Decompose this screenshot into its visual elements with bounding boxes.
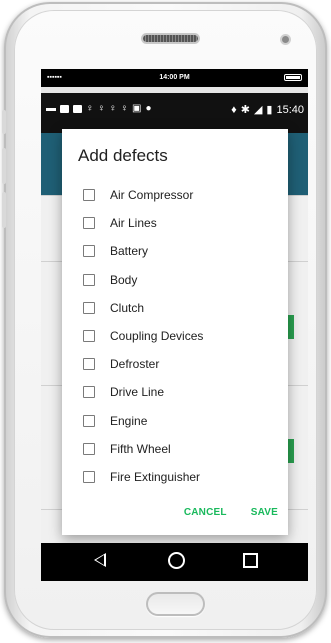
back-icon[interactable] xyxy=(94,553,106,567)
defect-item[interactable]: Body xyxy=(62,266,288,294)
defect-label: Battery xyxy=(110,244,149,259)
notification-icon xyxy=(60,104,69,113)
defect-item[interactable]: Air Compressor xyxy=(62,181,288,209)
bulb-icon: ♀ xyxy=(120,103,129,114)
ios-status-bar: ▪▪▪▪▪▪ 14:00 PM xyxy=(41,69,308,87)
defect-label: Air Lines xyxy=(110,216,157,231)
notification-icon xyxy=(73,104,82,113)
screen: ▪▪▪▪▪▪ 14:00 PM ▬ ♀ ♀ ♀ ♀ ▣ ● ♦ ✱ ◢ ▮ 15… xyxy=(41,69,308,581)
defects-list: Air Compressor Air Lines Battery Body Cl… xyxy=(62,181,288,491)
message-icon: ▬ xyxy=(46,103,56,114)
defect-label: Air Compressor xyxy=(110,188,194,203)
checkbox[interactable] xyxy=(83,386,95,399)
android-nav-bar xyxy=(41,543,308,581)
bluetooth-icon: ✱ xyxy=(240,104,250,116)
checkbox[interactable] xyxy=(83,189,95,202)
defect-label: Coupling Devices xyxy=(110,329,204,344)
defect-item[interactable]: Clutch xyxy=(62,294,288,322)
dialog-title: Add defects xyxy=(78,146,168,165)
ios-time: 14:00 PM xyxy=(159,74,190,81)
bulb-icon: ♀ xyxy=(97,103,106,114)
defect-item[interactable]: Engine xyxy=(62,407,288,435)
defect-item[interactable]: Air Lines xyxy=(62,209,288,237)
save-button[interactable]: SAVE xyxy=(251,507,278,518)
speaker-grille xyxy=(143,35,198,42)
defect-label: Clutch xyxy=(110,300,145,315)
checkbox[interactable] xyxy=(83,414,95,427)
defect-item[interactable]: Fifth Wheel xyxy=(62,435,288,463)
front-camera xyxy=(282,36,289,43)
background-button xyxy=(288,315,294,339)
android-time: 15:40 xyxy=(276,103,304,116)
recents-icon[interactable] xyxy=(243,553,258,568)
bulb-icon: ♀ xyxy=(109,103,117,114)
home-icon[interactable] xyxy=(168,552,185,569)
defect-item[interactable]: Fire Extinguisher xyxy=(62,463,288,491)
checkbox[interactable] xyxy=(83,273,95,286)
hardware-home-button[interactable] xyxy=(146,592,205,616)
defect-item[interactable]: Drive Line xyxy=(62,378,288,406)
defect-label: Engine xyxy=(110,413,148,428)
add-defects-dialog: Add defects Air Compressor Air Lines Bat… xyxy=(62,129,288,535)
cancel-button[interactable]: CANCEL xyxy=(184,507,227,518)
checkbox[interactable] xyxy=(83,358,95,371)
checkbox[interactable] xyxy=(83,245,95,258)
dialog-actions: CANCEL SAVE xyxy=(184,507,278,518)
background-button xyxy=(288,439,294,463)
checkbox[interactable] xyxy=(83,217,95,230)
defect-label: Body xyxy=(110,272,138,287)
volume-button xyxy=(2,110,6,134)
image-icon: ▣ xyxy=(132,103,142,114)
circle-icon: ● xyxy=(145,103,152,114)
defect-label: Fire Extinguisher xyxy=(110,469,201,484)
bulb-icon: ♀ xyxy=(86,103,94,114)
volume-button xyxy=(2,148,6,184)
defect-item[interactable]: Defroster xyxy=(62,350,288,378)
checkbox[interactable] xyxy=(83,442,95,455)
defect-item[interactable]: Battery xyxy=(62,237,288,265)
defect-label: Drive Line xyxy=(110,385,165,400)
android-status-bar: ▬ ♀ ♀ ♀ ♀ ▣ ● ♦ ✱ ◢ ▮ 15:40 xyxy=(41,93,308,133)
checkbox[interactable] xyxy=(83,301,95,314)
checkbox[interactable] xyxy=(83,330,95,343)
location-icon: ♦ xyxy=(231,103,237,116)
battery-icon: ▮ xyxy=(266,104,273,116)
defect-label: Defroster xyxy=(110,357,160,372)
defect-item[interactable]: Coupling Devices xyxy=(62,322,288,350)
signal-icon: ◢ xyxy=(253,104,263,116)
volume-button xyxy=(2,192,6,228)
checkbox[interactable] xyxy=(83,470,95,483)
battery-icon xyxy=(284,74,302,81)
defect-label: Fifth Wheel xyxy=(110,441,171,456)
